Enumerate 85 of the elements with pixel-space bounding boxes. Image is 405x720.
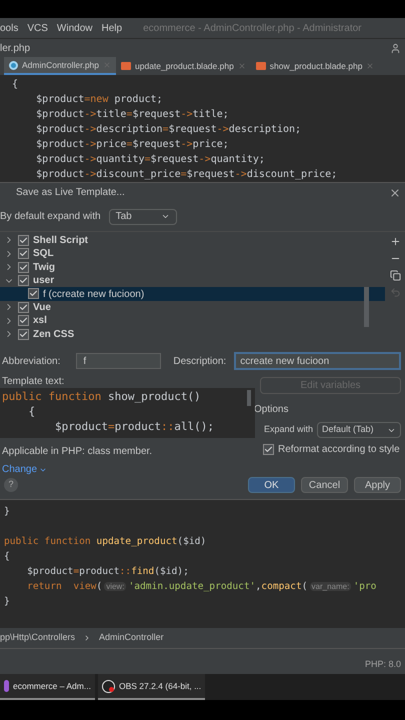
checkbox-label: Reformat according to style [278, 443, 400, 457]
checkbox[interactable] [28, 288, 39, 300]
php-file-icon [9, 60, 18, 70]
php-version[interactable]: PHP: 8.0 [364, 658, 401, 671]
applicable-text: Applicable in PHP: class member. [1, 445, 154, 459]
breadcrumb-item[interactable]: AdminController [99, 631, 164, 645]
checkbox[interactable] [18, 262, 29, 273]
blade-file-icon [256, 62, 266, 70]
editor-tab[interactable]: update_product.blade.php [116, 57, 251, 75]
section-label: Options [254, 403, 290, 417]
tree-item-label: xsl [33, 314, 47, 328]
field-label: By default expand with [0, 210, 101, 224]
nav-path[interactable]: ler.php [0, 40, 30, 56]
code-line: public function update_product($id) [4, 535, 206, 549]
taskbar-item[interactable]: ecommerce – Adm... [0, 674, 95, 700]
description-field[interactable]: ccreate new fucioon [234, 352, 401, 370]
menu-item[interactable]: Help [102, 20, 122, 36]
checkbox[interactable] [18, 234, 29, 246]
tree-item[interactable]: Twig [0, 260, 385, 274]
tree-item[interactable]: user [0, 274, 385, 288]
field-label: Expand with [264, 423, 314, 436]
code-line: $product->discount_price=$request->discount_price; [35, 168, 338, 182]
tree-item-label: Vue [33, 300, 51, 315]
checkbox[interactable] [18, 315, 29, 326]
template-editor[interactable]: public function show_product() { $product=product::all(); [0, 388, 255, 438]
code-line: { [4, 550, 10, 564]
abbreviation-field[interactable]: f [76, 353, 162, 370]
scrollbar[interactable] [247, 390, 251, 406]
menu-item[interactable]: Window [56, 20, 92, 36]
tree-item-label: Zen CSS [33, 328, 74, 342]
add-icon[interactable] [390, 236, 400, 247]
field-label: Template text: [1, 375, 66, 388]
user-icon[interactable] [390, 42, 401, 54]
checkbox[interactable] [263, 444, 274, 455]
obs-icon [102, 680, 115, 692]
dialog-button[interactable]: Apply [354, 477, 401, 493]
checkbox[interactable] [18, 328, 29, 340]
tree-item[interactable]: Vue [0, 300, 385, 314]
editor-tab[interactable]: AdminController.php [4, 57, 116, 75]
app-icon [4, 680, 9, 692]
help-button[interactable]: ? [4, 478, 18, 492]
copy-icon[interactable] [390, 270, 400, 281]
checkbox[interactable] [18, 302, 29, 313]
tree-item[interactable]: xsl [0, 314, 385, 328]
menu-item[interactable]: ools [0, 20, 18, 36]
code-line: $product=new product; [35, 93, 163, 107]
taskbar-item[interactable]: OBS 27.2.4 (64-bit, ... [98, 674, 206, 700]
breadcrumb-item[interactable]: pp\Http\Controllers [0, 631, 76, 645]
code-line: public function show_product() [2, 389, 201, 404]
tree-item[interactable]: Zen CSS [0, 327, 385, 341]
editor-tab[interactable]: show_product.blade.php [250, 57, 380, 75]
tree-item[interactable]: f (ccreate new fucioon) [0, 287, 385, 301]
close-icon[interactable] [389, 186, 401, 199]
tree-item-label: SQL [33, 247, 54, 262]
tree-item-label: f (ccreate new fucioon) [43, 288, 144, 302]
code-line: { [27, 404, 36, 419]
code-line: $product=product::all(); [54, 419, 214, 434]
tree-item[interactable]: SQL [0, 247, 385, 261]
code-line: $product->title=$request->title; [35, 108, 229, 122]
code-line: $product->quantity=$request->quantity; [35, 153, 265, 167]
code-line: return view( view: 'admin.update_product',compact( var_name: 'pro [26, 580, 376, 594]
dialog-title: Save as Live Template... [15, 186, 125, 200]
checkbox[interactable] [18, 275, 29, 286]
code-line: } [4, 505, 10, 519]
code-line: { [12, 78, 18, 92]
field-label: Abbreviation: [2, 354, 60, 369]
field-label: Description: [173, 354, 226, 369]
dialog-button[interactable]: OK [248, 477, 295, 493]
menu-item[interactable]: VCS [27, 20, 48, 36]
tree-item-label: Twig [33, 260, 56, 275]
code-line: } [4, 595, 10, 609]
scrollbar[interactable] [364, 286, 369, 327]
checkbox[interactable] [18, 248, 29, 260]
expand-dropdown[interactable]: Tab [108, 208, 177, 225]
tree-item[interactable]: Shell Script [0, 234, 385, 248]
change-link[interactable]: Change [0, 462, 255, 477]
blade-file-icon [121, 62, 132, 70]
tree-item-label: user [33, 274, 54, 288]
code-line: $product=product::find($id); [26, 565, 189, 579]
expand-with-dropdown[interactable]: Default (Tab) [317, 422, 401, 438]
tree-item-label: Shell Script [33, 234, 88, 248]
code-line: $product->price=$request->price; [35, 138, 229, 152]
window-title: ecommerce - AdminController.php - Administrator [143, 22, 362, 36]
dialog-button[interactable]: Cancel [301, 477, 348, 493]
code-line: $product->description=$request->description; [35, 123, 302, 137]
